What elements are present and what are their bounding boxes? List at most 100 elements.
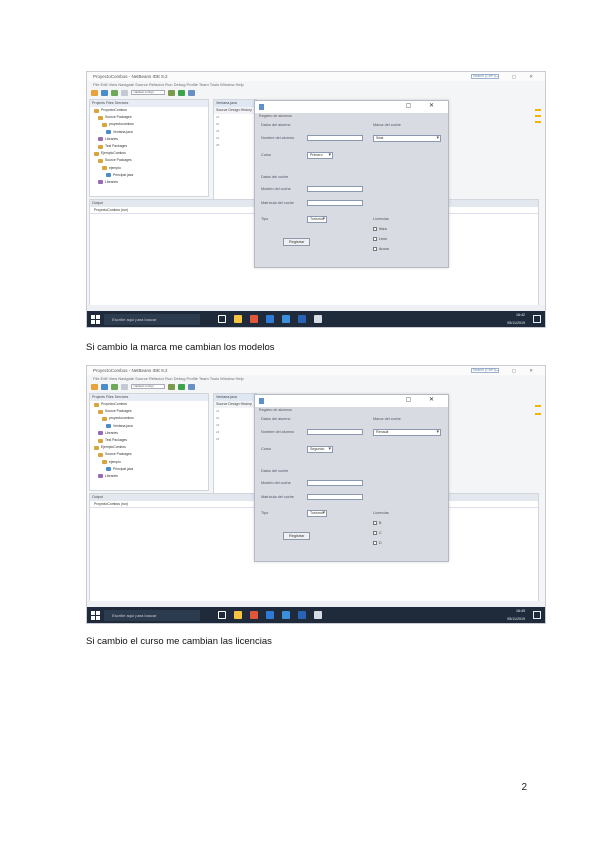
code-editor[interactable]: Ventana.java Source Design History 21 22… (213, 393, 257, 503)
tree-item[interactable]: ProyectoCombos (90, 107, 208, 114)
edge-icon[interactable] (266, 315, 274, 323)
new-project-icon[interactable] (91, 383, 98, 390)
tree-item[interactable]: proyectocombos (90, 415, 208, 422)
chrome-icon[interactable] (250, 315, 258, 323)
model-field[interactable] (307, 480, 363, 486)
run-icon[interactable] (178, 89, 185, 96)
windows-start-icon[interactable] (91, 314, 100, 324)
plate-field[interactable] (307, 494, 363, 500)
register-button[interactable]: Registrar (283, 238, 311, 246)
ide-menu-bar[interactable]: File Edit View Navigate Source Refactor … (87, 375, 545, 382)
type-combo[interactable]: Turismo (307, 216, 327, 223)
window-controls[interactable]: – ▢ ✕ (496, 366, 539, 375)
output-tab[interactable]: ProyectoCombos (run) (94, 501, 128, 507)
store-icon[interactable] (282, 611, 290, 619)
code-editor[interactable]: Ventana.java Source Design History 21 22… (213, 99, 257, 209)
tree-item[interactable]: Libraries (90, 179, 208, 186)
dialog-window-controls[interactable]: ▢ ✕ (406, 102, 442, 109)
config-combo[interactable]: <default config> (131, 90, 165, 95)
system-tray[interactable]: 16:42 05/11/2019 (507, 311, 525, 327)
tree-item[interactable]: Libraries (90, 430, 208, 437)
editor-tab[interactable]: Ventana.java (214, 394, 256, 401)
course-combo[interactable]: Segundo (307, 446, 333, 453)
notifications-icon[interactable] (533, 315, 541, 323)
dialog-window-controls[interactable]: ▢ ✕ (406, 396, 442, 403)
java-app-icon[interactable] (314, 315, 322, 323)
brand-combo[interactable]: Renault (373, 429, 441, 436)
warning-marker[interactable] (535, 121, 541, 123)
open-project-icon[interactable] (101, 383, 108, 390)
license-radio[interactable]: C (373, 531, 382, 535)
tree-item[interactable]: Ventana.java (90, 423, 208, 430)
task-view-icon[interactable] (218, 315, 226, 323)
java-app-icon[interactable] (314, 611, 322, 619)
tree-item[interactable]: EjemploCombos (90, 150, 208, 157)
save-icon[interactable] (111, 383, 118, 390)
config-combo[interactable]: <default config> (131, 384, 165, 389)
license-radio[interactable]: B (373, 521, 381, 525)
register-button[interactable]: Registrar (283, 532, 311, 540)
tree-item[interactable]: Principal.java (90, 466, 208, 473)
undo-icon[interactable] (121, 383, 128, 390)
taskbar-search-input[interactable]: Escribe aquí para buscar (104, 313, 200, 325)
quick-search-input[interactable]: Search (Ctrl+I) (471, 368, 499, 373)
save-icon[interactable] (111, 89, 118, 96)
tree-item[interactable]: Source Packages (90, 157, 208, 164)
chrome-icon[interactable] (250, 611, 258, 619)
type-combo[interactable]: Turismo (307, 510, 327, 517)
license-radio[interactable]: Ibiza (373, 227, 387, 231)
warning-marker[interactable] (535, 413, 541, 415)
store-icon[interactable] (282, 315, 290, 323)
editor-view-tabs[interactable]: Source Design History (214, 401, 256, 408)
windows-start-icon[interactable] (91, 610, 100, 620)
tree-item[interactable]: Principal.java (90, 172, 208, 179)
tree-item[interactable]: Libraries (90, 473, 208, 480)
license-radio[interactable]: D (373, 541, 382, 545)
word-icon[interactable] (298, 611, 306, 619)
editor-tab[interactable]: Ventana.java (214, 100, 256, 107)
taskbar-search-input[interactable]: Escribe aquí para buscar (104, 609, 200, 621)
new-project-icon[interactable] (91, 89, 98, 96)
warning-marker[interactable] (535, 405, 541, 407)
word-icon[interactable] (298, 315, 306, 323)
undo-icon[interactable] (121, 89, 128, 96)
ide-menu-bar[interactable]: File Edit View Navigate Source Refactor … (87, 81, 545, 88)
tree-item[interactable]: Test Packages (90, 437, 208, 444)
open-project-icon[interactable] (101, 89, 108, 96)
tree-item[interactable]: ProyectoCombos (90, 401, 208, 408)
tree-item[interactable]: Libraries (90, 136, 208, 143)
tree-item[interactable]: Source Packages (90, 408, 208, 415)
file-explorer-icon[interactable] (234, 611, 242, 619)
name-field[interactable] (307, 429, 363, 435)
tree-item[interactable]: ejemplo (90, 165, 208, 172)
edge-icon[interactable] (266, 611, 274, 619)
brand-combo[interactable]: Seat (373, 135, 441, 142)
warning-marker[interactable] (535, 109, 541, 111)
system-tray[interactable]: 16:45 05/11/2019 (507, 607, 525, 623)
output-tab[interactable]: ProyectoCombos (run) (94, 207, 128, 213)
tree-item[interactable]: EjemploCombos (90, 444, 208, 451)
debug-icon[interactable] (188, 89, 195, 96)
window-controls[interactable]: – ▢ ✕ (496, 72, 539, 81)
tree-item[interactable]: Test Packages (90, 143, 208, 150)
task-view-icon[interactable] (218, 611, 226, 619)
license-radio[interactable]: León (373, 237, 387, 241)
tree-item[interactable]: Source Packages (90, 114, 208, 121)
run-icon[interactable] (178, 383, 185, 390)
course-combo[interactable]: Primero (307, 152, 333, 159)
notifications-icon[interactable] (533, 611, 541, 619)
tree-item[interactable]: proyectocombos (90, 121, 208, 128)
debug-icon[interactable] (188, 383, 195, 390)
model-field[interactable] (307, 186, 363, 192)
license-radio[interactable]: Arona (373, 247, 389, 251)
tree-item[interactable]: Source Packages (90, 451, 208, 458)
quick-search-input[interactable]: Search (Ctrl+I) (471, 74, 499, 79)
build-icon[interactable] (168, 89, 175, 96)
file-explorer-icon[interactable] (234, 315, 242, 323)
build-icon[interactable] (168, 383, 175, 390)
plate-field[interactable] (307, 200, 363, 206)
explorer-header[interactable]: Projects Files Services (90, 394, 208, 401)
name-field[interactable] (307, 135, 363, 141)
tree-item[interactable]: ejemplo (90, 459, 208, 466)
tree-item[interactable]: Ventana.java (90, 129, 208, 136)
